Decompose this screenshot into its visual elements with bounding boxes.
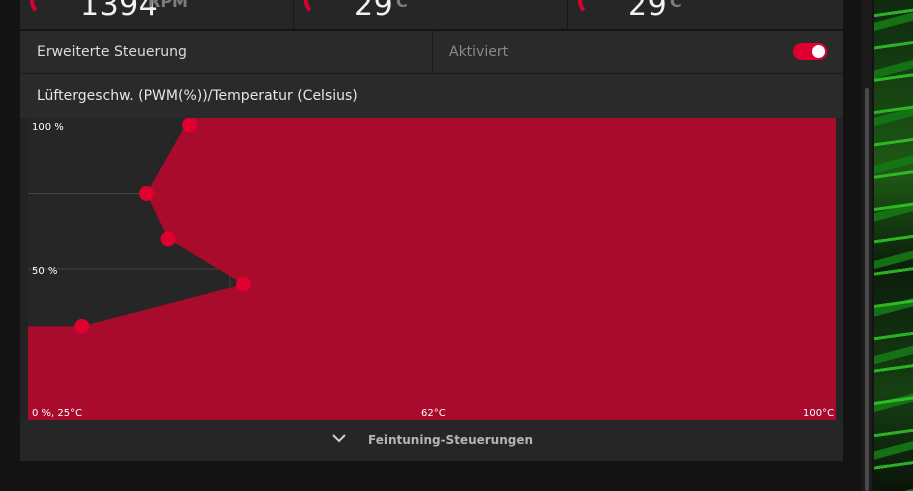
gauge-icon — [578, 0, 608, 16]
x-axis-label-mid: 62°C — [421, 408, 446, 419]
advanced-control-row: Erweiterte Steuerung Aktiviert — [20, 31, 843, 74]
fan-speed-card: 1394 RPM — [20, 0, 294, 29]
fan-curve-chart[interactable]: 100 % 50 % 0 %, 25°C 62°C 100°C — [28, 118, 836, 420]
curve-point-5[interactable] — [182, 118, 198, 133]
background-artwork — [874, 0, 913, 491]
gauge-icon — [30, 0, 60, 16]
toggle-knob — [812, 45, 825, 58]
fan-tuning-panel: Erweiterte Steuerung Aktiviert Lüfterges… — [20, 31, 843, 461]
temperature-unit-2: °C — [662, 0, 682, 11]
advanced-control-status: Aktiviert — [449, 44, 509, 60]
temperature-card: 29 °C — [294, 0, 568, 29]
fan-curve-title: Lüftergeschw. (PWM(%))/Temperatur (Celsi… — [37, 88, 358, 104]
chevron-down-icon — [332, 434, 346, 443]
curve-point-1[interactable] — [74, 318, 90, 334]
fine-tuning-toggle[interactable]: Feintuning-Steuerungen — [20, 420, 843, 461]
fan-curve-header: Lüftergeschw. (PWM(%))/Temperatur (Celsi… — [20, 74, 843, 118]
temperature-unit: °C — [388, 0, 408, 11]
advanced-control-label: Erweiterte Steuerung — [37, 44, 187, 60]
gauge-icon — [304, 0, 334, 16]
advanced-control-toggle[interactable] — [793, 43, 827, 60]
stat-cards: 1394 RPM 29 °C 29 °C — [20, 0, 843, 29]
curve-point-4[interactable] — [139, 186, 155, 201]
y-axis-label-mid: 50 % — [32, 266, 57, 277]
fan-curve-svg[interactable]: 100 % 50 % 0 %, 25°C 62°C 100°C — [28, 118, 836, 420]
fine-tuning-label: Feintuning-Steuerungen — [368, 433, 534, 447]
fan-speed-unit: RPM — [148, 0, 188, 11]
fan-speed-value: 1394 — [80, 0, 159, 23]
scrollbar-thumb[interactable] — [865, 88, 869, 491]
curve-point-2[interactable] — [235, 276, 251, 292]
curve-point-3[interactable] — [160, 231, 176, 247]
temperature-card-2: 29 °C — [568, 0, 843, 29]
y-axis-label-top: 100 % — [32, 122, 64, 133]
x-axis-label-max: 100°C — [803, 408, 834, 419]
divider — [432, 31, 433, 73]
x-axis-label-origin: 0 %, 25°C — [32, 408, 82, 419]
